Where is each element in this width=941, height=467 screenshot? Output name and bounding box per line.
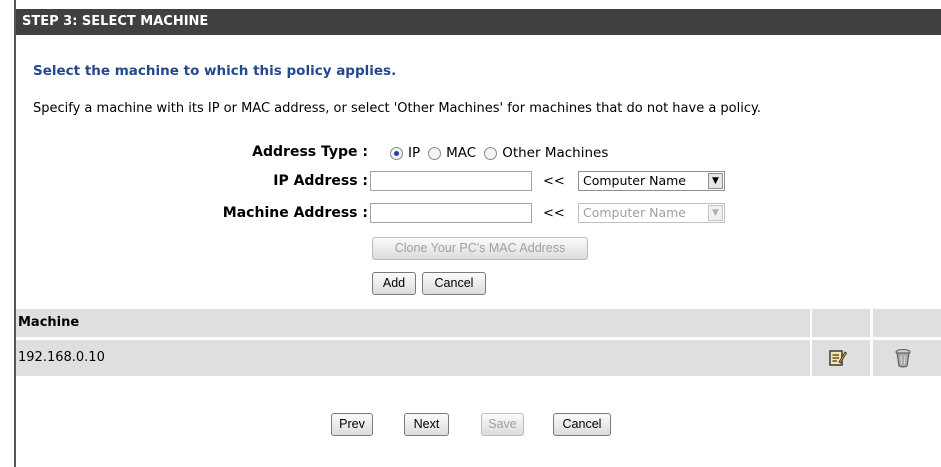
- radio-mac-label: MAC: [446, 145, 477, 161]
- table-header-edit: [812, 309, 870, 337]
- add-button[interactable]: Add: [372, 272, 416, 295]
- radio-ip-button[interactable]: [390, 146, 403, 160]
- machine-computer-name-select[interactable]: Computer Name ▼: [578, 203, 725, 223]
- machine-address-input[interactable]: [370, 203, 532, 223]
- ip-address-label: IP Address :: [273, 173, 368, 189]
- radio-other-machines[interactable]: Other Machines: [484, 145, 608, 161]
- radio-mac[interactable]: MAC: [428, 145, 476, 161]
- radio-mac-button[interactable]: [428, 146, 442, 160]
- delete-cell: [873, 340, 941, 376]
- section-subtitle: Select the machine to which this policy …: [33, 63, 397, 79]
- edit-cell: [812, 340, 870, 376]
- radio-other-machines-label: Other Machines: [502, 145, 609, 161]
- radio-ip-label: IP: [408, 145, 421, 161]
- save-button[interactable]: Save: [481, 413, 524, 436]
- cancel-form-button[interactable]: Cancel: [422, 272, 486, 295]
- machine-copy-arrow: <<: [543, 206, 565, 221]
- clone-mac-button[interactable]: Clone Your PC's MAC Address: [372, 237, 588, 260]
- table-header-label: Machine: [18, 315, 80, 330]
- machine-computer-name-value: Computer Name: [583, 205, 686, 220]
- table-header-machine: Machine: [16, 309, 810, 337]
- table-header-delete: [873, 309, 941, 337]
- step-panel: STEP 3: SELECT MACHINE Select the machin…: [14, 0, 941, 467]
- step-header: STEP 3: SELECT MACHINE: [16, 9, 941, 35]
- ip-address-input[interactable]: [370, 171, 532, 191]
- cancel-button[interactable]: Cancel: [553, 413, 611, 436]
- chevron-down-icon[interactable]: ▼: [708, 173, 723, 189]
- ip-computer-name-select[interactable]: Computer Name ▼: [578, 171, 725, 191]
- address-type-label: Address Type :: [252, 144, 368, 160]
- radio-ip[interactable]: IP: [390, 145, 420, 161]
- next-button[interactable]: Next: [404, 413, 449, 436]
- edit-icon[interactable]: [829, 349, 847, 367]
- radio-other-machines-button[interactable]: [484, 146, 498, 160]
- address-type-radio-group: IP MAC Other Machines: [390, 145, 616, 161]
- machine-address-label: Machine Address :: [222, 205, 368, 221]
- chevron-down-icon[interactable]: ▼: [708, 205, 723, 221]
- prev-button[interactable]: Prev: [331, 413, 373, 436]
- table-row: 192.168.0.10: [16, 340, 810, 376]
- machine-cell: 192.168.0.10: [18, 350, 105, 365]
- trash-icon[interactable]: [895, 348, 911, 368]
- ip-copy-arrow: <<: [543, 174, 565, 189]
- ip-computer-name-value: Computer Name: [583, 173, 686, 188]
- section-description: Specify a machine with its IP or MAC add…: [33, 101, 761, 116]
